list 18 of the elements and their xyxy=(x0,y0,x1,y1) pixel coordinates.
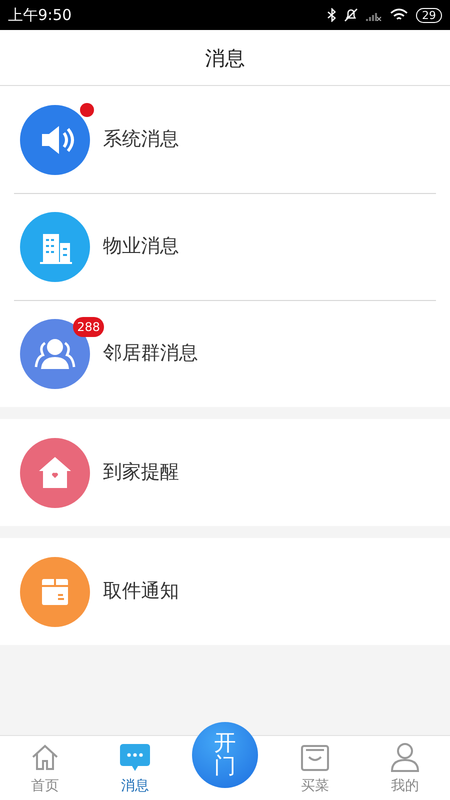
bluetooth-icon xyxy=(327,8,336,22)
wifi-icon xyxy=(390,8,408,22)
message-category-item[interactable]: 到家提醒 xyxy=(0,419,450,526)
status-time: 上午9:50 xyxy=(8,4,72,26)
message-category-item[interactable]: 物业消息 xyxy=(0,193,450,300)
tab-item[interactable]: 消息 xyxy=(90,736,180,797)
person-icon xyxy=(388,740,422,774)
unread-count: 288 xyxy=(73,316,104,336)
message-category-item[interactable]: 288 邻居群消息 xyxy=(0,300,450,407)
tab-item[interactable]: 首页 xyxy=(0,736,90,797)
tab-item[interactable]: 买菜 xyxy=(270,736,360,797)
tab-item[interactable]: 我的 xyxy=(360,736,450,797)
unread-dot xyxy=(80,102,94,116)
message-category-item[interactable]: 系统消息 xyxy=(0,86,450,193)
page-title: 消息 xyxy=(205,44,245,72)
battery-level: 29 xyxy=(416,8,442,22)
message-category-item[interactable]: 取件通知 xyxy=(0,538,450,645)
muted-bell-icon xyxy=(344,8,358,22)
